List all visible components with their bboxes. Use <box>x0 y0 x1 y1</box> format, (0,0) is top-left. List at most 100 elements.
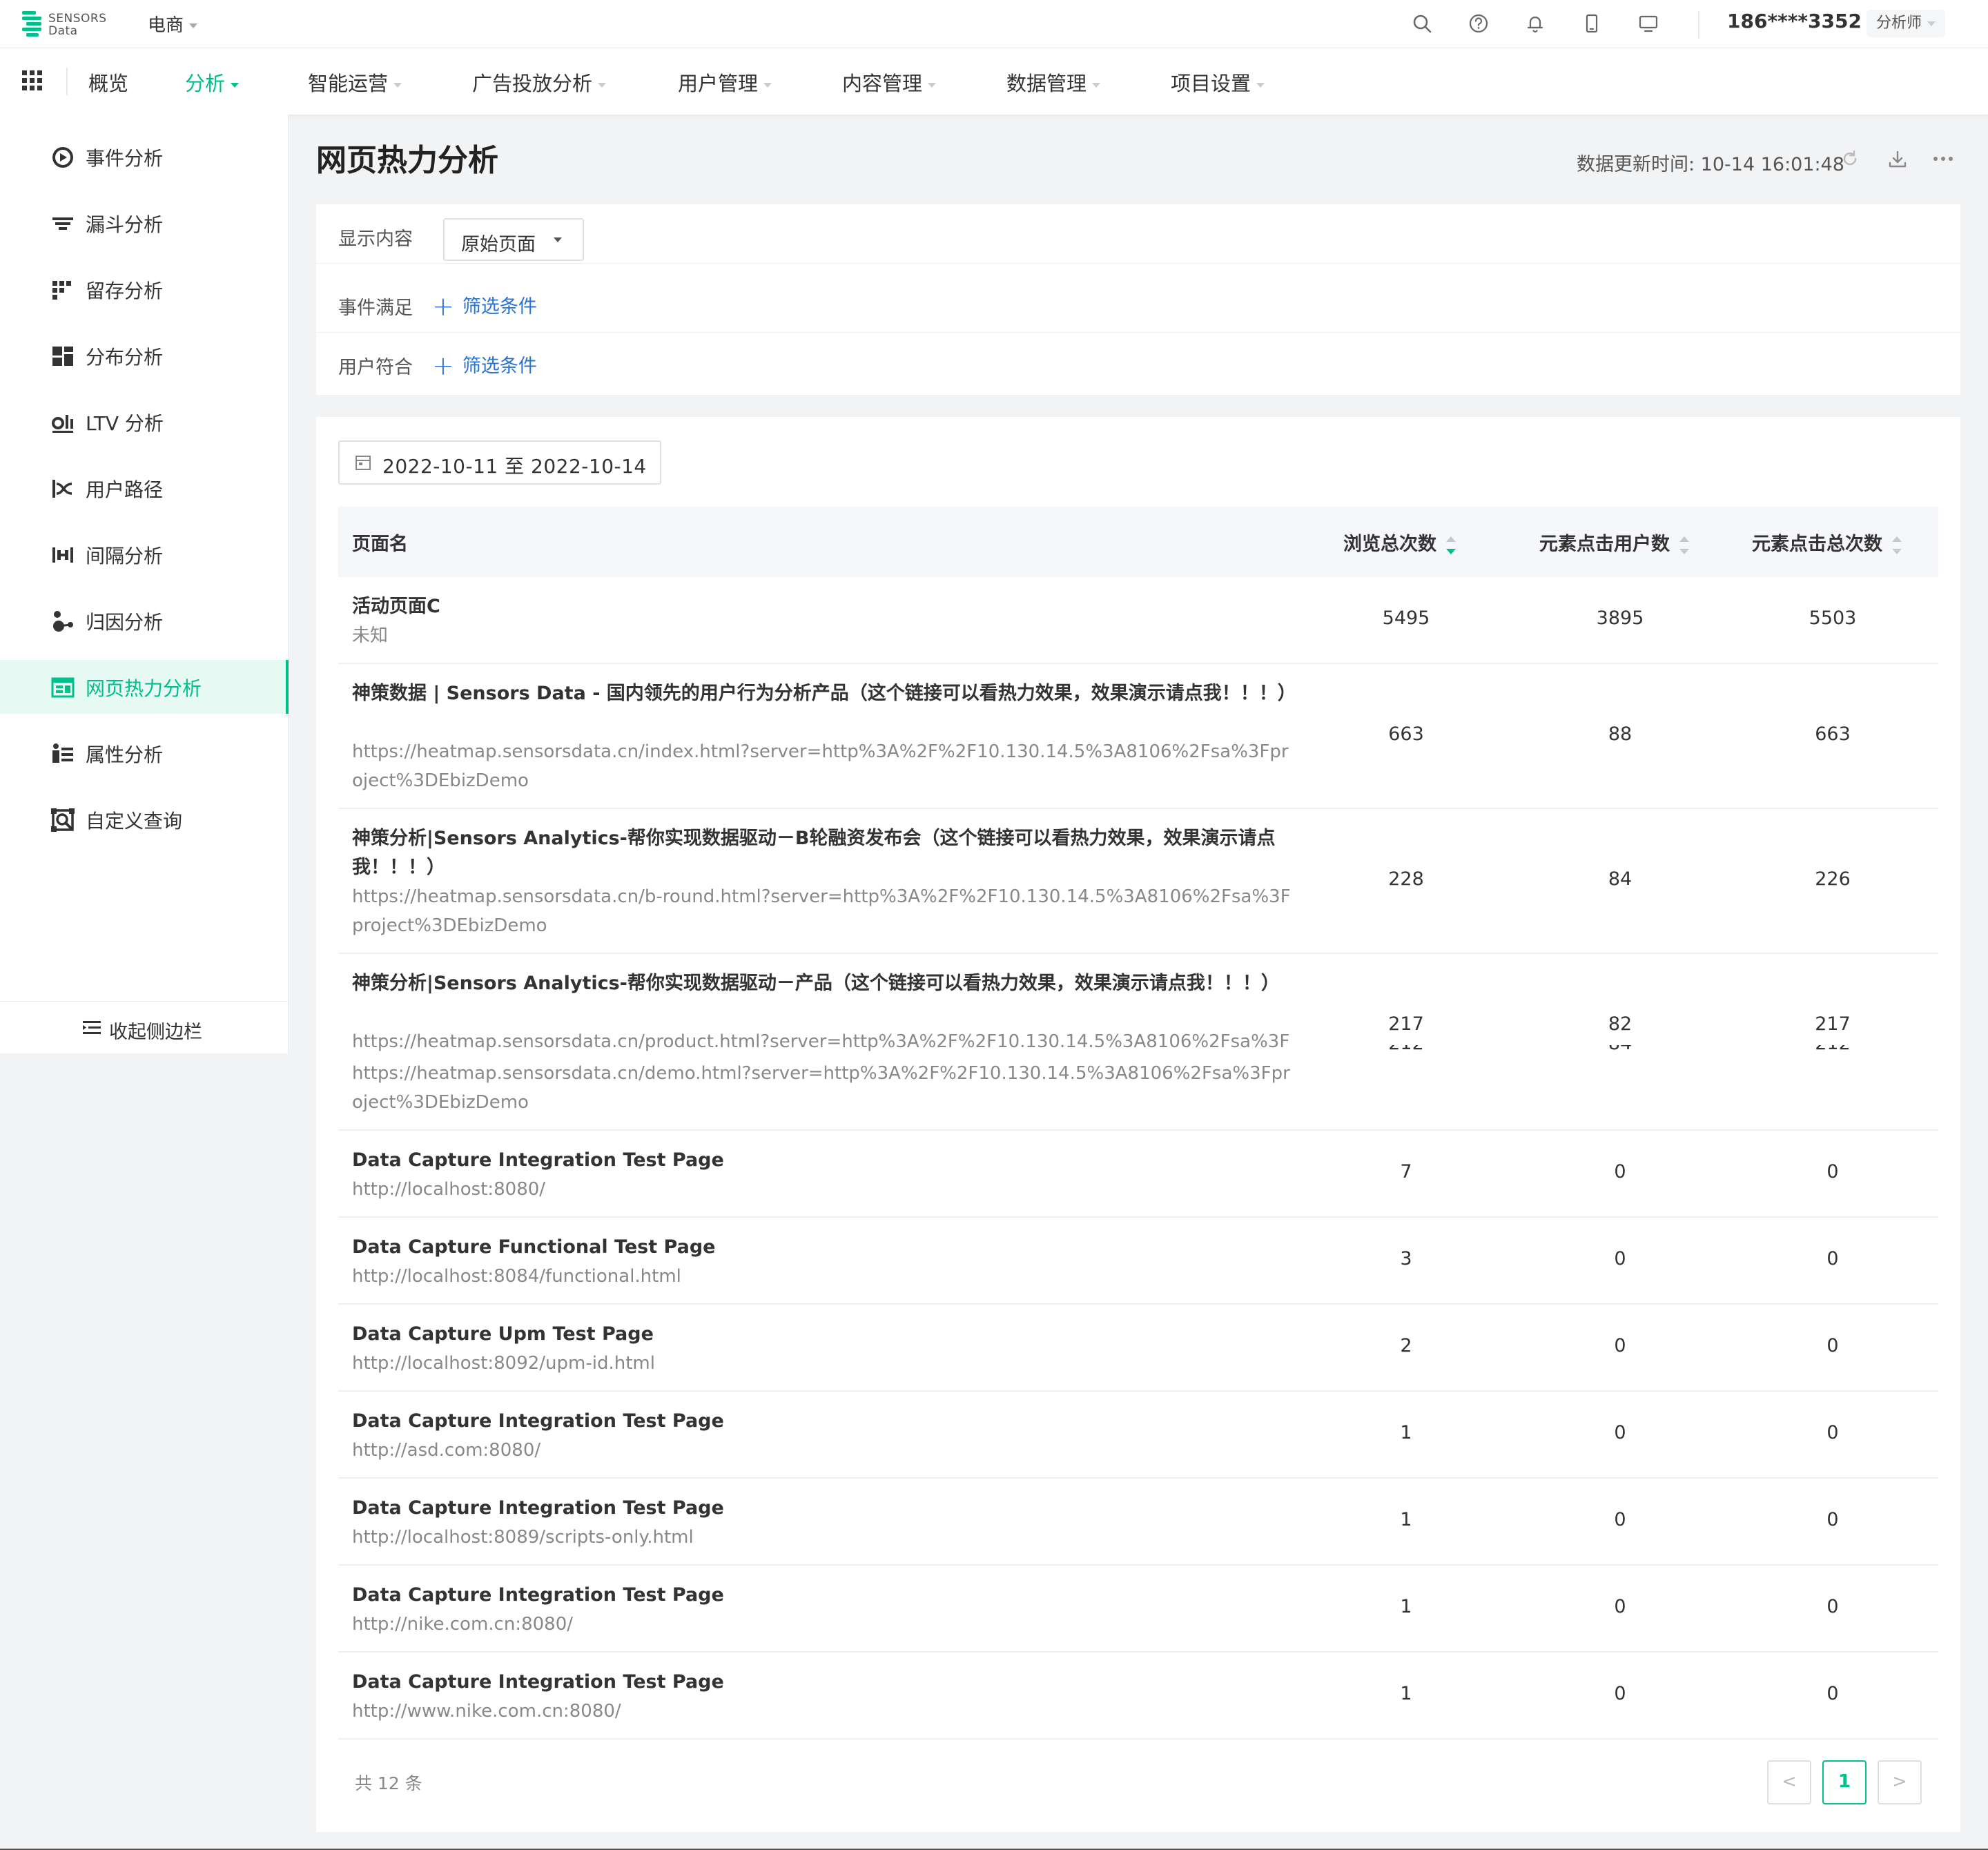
refresh-icon[interactable] <box>1840 149 1860 168</box>
sidebar-item-user-path[interactable]: 用户路径 <box>0 461 289 515</box>
sidebar-item-property[interactable]: 属性分析 <box>0 726 289 780</box>
nav-analysis[interactable]: 分析 <box>185 68 240 97</box>
sidebar-item-interval[interactable]: 间隔分析 <box>0 527 289 581</box>
collapse-sidebar-label: 收起侧边栏 <box>109 1022 202 1043</box>
chevron-down-icon <box>189 23 198 28</box>
table-row[interactable]: 活动页面C 未知 5495 3895 5503 <box>338 577 1938 664</box>
col-clicks[interactable]: 元素点击总次数 <box>1752 529 1902 556</box>
custom-query-icon <box>51 808 75 832</box>
add-user-filter-button[interactable]: + 筛选条件 <box>432 351 537 381</box>
col-click-users-label: 元素点击用户数 <box>1539 534 1670 555</box>
bell-icon[interactable] <box>1524 12 1546 35</box>
sidebar-item-label: 归因分析 <box>86 611 164 634</box>
filter-panel: 显示内容 原始页面 事件满足 + 筛选条件 用户符合 + 筛选条件 <box>316 204 1960 395</box>
nav-ad-analysis[interactable]: 广告投放分析 <box>472 68 607 97</box>
sidebar-item-funnel[interactable]: 漏斗分析 <box>0 196 289 250</box>
page-title: 网页热力分析 <box>316 143 498 178</box>
table-row[interactable]: Data Capture Integration Test Page http:… <box>338 1566 1938 1653</box>
project-name: 电商 <box>148 15 184 36</box>
app-grid-icon[interactable] <box>22 70 43 91</box>
table-row[interactable]: 神策数据 | Sensors Data - 国内领先的用户行为分析产品（这个链接… <box>338 664 1938 809</box>
clicks-cell: 0 <box>1826 1422 1839 1443</box>
search-icon[interactable] <box>1411 12 1433 35</box>
sort-icon <box>1679 536 1689 554</box>
nav-overview[interactable]: 概览 <box>88 68 128 97</box>
clicks-cell: 0 <box>1826 1683 1839 1704</box>
table-row[interactable]: Data Capture Upm Test Page http://localh… <box>338 1305 1938 1392</box>
calendar-icon <box>355 456 371 470</box>
sidebar-item-custom-query[interactable]: 自定义查询 <box>0 792 289 846</box>
logo-mark-icon <box>22 11 41 37</box>
page-url-cell: https://heatmap.sensorsdata.cn/b-round.h… <box>352 886 1291 936</box>
click-users-cell: 0 <box>1614 1161 1626 1182</box>
event-filter-row: 事件满足 + 筛选条件 <box>316 273 1960 333</box>
clicks-cell: 226 <box>1815 868 1851 890</box>
nav-smart-ops[interactable]: 智能运营 <box>308 68 402 97</box>
help-icon[interactable] <box>1468 12 1490 35</box>
sensors-data-logo[interactable]: SENSORS Data <box>21 8 107 40</box>
nav-project-settings[interactable]: 项目设置 <box>1171 68 1265 97</box>
prev-page-button[interactable]: < <box>1767 1760 1811 1804</box>
sidebar-item-label: 属性分析 <box>86 743 164 766</box>
page-name-cell: 活动页面C <box>352 596 440 617</box>
plus-icon: + <box>432 351 454 381</box>
chevron-down-icon <box>393 82 402 88</box>
download-icon[interactable] <box>1887 149 1908 170</box>
display-content-label: 显示内容 <box>338 228 413 250</box>
sidebar-item-retention[interactable]: 留存分析 <box>0 262 289 316</box>
page-1-button[interactable]: 1 <box>1822 1760 1867 1804</box>
user-filter-row: 用户符合 + 筛选条件 <box>316 333 1960 392</box>
sidebar-item-attribution[interactable]: 归因分析 <box>0 594 289 648</box>
plus-icon: + <box>432 291 454 322</box>
col-views[interactable]: 浏览总次数 <box>1343 529 1456 556</box>
table-row[interactable]: 神策分析|Sensors Analytics-帮你实现数据驱动－B轮融资发布会（… <box>338 809 1938 954</box>
sidebar-item-event-analysis[interactable]: 事件分析 <box>0 130 289 184</box>
display-content-select[interactable]: 原始页面 <box>443 218 584 261</box>
table-header: 页面名 浏览总次数 元素点击用户数 元素点击总次数 <box>338 507 1938 577</box>
views-cell: 2 <box>1400 1335 1412 1356</box>
logo-text: SENSORS <box>48 12 107 26</box>
page-name-cell: 神策分析|Sensors Analytics-帮你实现数据驱动－B轮融资发布会（… <box>352 828 1276 878</box>
monitor-icon[interactable] <box>1637 12 1659 35</box>
table-row[interactable]: Data Capture Integration Test Page http:… <box>338 1479 1938 1566</box>
table-row[interactable]: Data Capture Integration Test Page http:… <box>338 1653 1938 1740</box>
next-page-button[interactable]: > <box>1878 1760 1922 1804</box>
clicks-cell-text: 212 <box>1815 1045 1851 1054</box>
property-icon <box>52 743 73 763</box>
role-badge[interactable]: 分析师 <box>1867 10 1946 37</box>
user-path-icon <box>52 480 72 498</box>
chevron-down-icon <box>554 237 562 242</box>
table-row[interactable]: 神策分析|Sensors Analytics-帮你实现数据驱动－产品（这个链接可… <box>338 954 1938 1131</box>
nav-label: 概览 <box>88 72 129 95</box>
page-url-cell: http://localhost:8080/ <box>352 1179 546 1200</box>
date-range-picker[interactable]: 2022-10-11 至 2022-10-14 <box>338 440 661 485</box>
page-url-cell: http://localhost:8089/scripts-only.html <box>352 1527 694 1548</box>
table-row[interactable]: Data Capture Integration Test Page http:… <box>338 1131 1938 1218</box>
chevron-down-icon <box>1092 82 1101 88</box>
more-icon[interactable] <box>1933 153 1953 164</box>
nav-data-mgmt[interactable]: 数据管理 <box>1006 68 1101 97</box>
click-users-cell: 3895 <box>1596 607 1644 629</box>
results-panel: 2022-10-11 至 2022-10-14 页面名 浏览总次数 元素点击用户… <box>316 417 1960 1832</box>
mobile-icon[interactable] <box>1581 12 1603 35</box>
col-click-users[interactable]: 元素点击用户数 <box>1539 529 1689 556</box>
sidebar-item-label: 事件分析 <box>86 147 164 170</box>
table-row[interactable]: Data Capture Functional Test Page http:/… <box>338 1218 1938 1305</box>
click-users-cell: 0 <box>1614 1596 1626 1617</box>
clicks-cell: 5503 <box>1809 607 1857 629</box>
clicks-cell: 0 <box>1826 1335 1839 1356</box>
sidebar-item-heatmap[interactable]: 网页热力分析 <box>0 660 289 714</box>
page-name-cell: Data Capture Integration Test Page <box>352 1584 724 1606</box>
add-event-filter-button[interactable]: + 筛选条件 <box>432 291 537 322</box>
nav-user-mgmt[interactable]: 用户管理 <box>678 68 772 97</box>
sidebar-item-distribution[interactable]: 分布分析 <box>0 329 289 382</box>
sidebar-item-ltv[interactable]: LTV 分析 <box>0 395 289 449</box>
collapse-sidebar-button[interactable]: 收起侧边栏 <box>0 1001 289 1053</box>
nav-content-mgmt[interactable]: 内容管理 <box>842 68 937 97</box>
table-row[interactable]: Data Capture Integration Test Page http:… <box>338 1392 1938 1479</box>
project-switcher[interactable]: 电商 <box>148 11 198 37</box>
clicks-cell: 0 <box>1826 1161 1839 1182</box>
user-account[interactable]: 186****3352 <box>1727 10 1862 32</box>
collapse-list-icon <box>83 1021 101 1034</box>
page-name-cell: 神策分析|Sensors Analytics-帮你实现数据驱动－产品（这个链接可… <box>352 973 1280 994</box>
